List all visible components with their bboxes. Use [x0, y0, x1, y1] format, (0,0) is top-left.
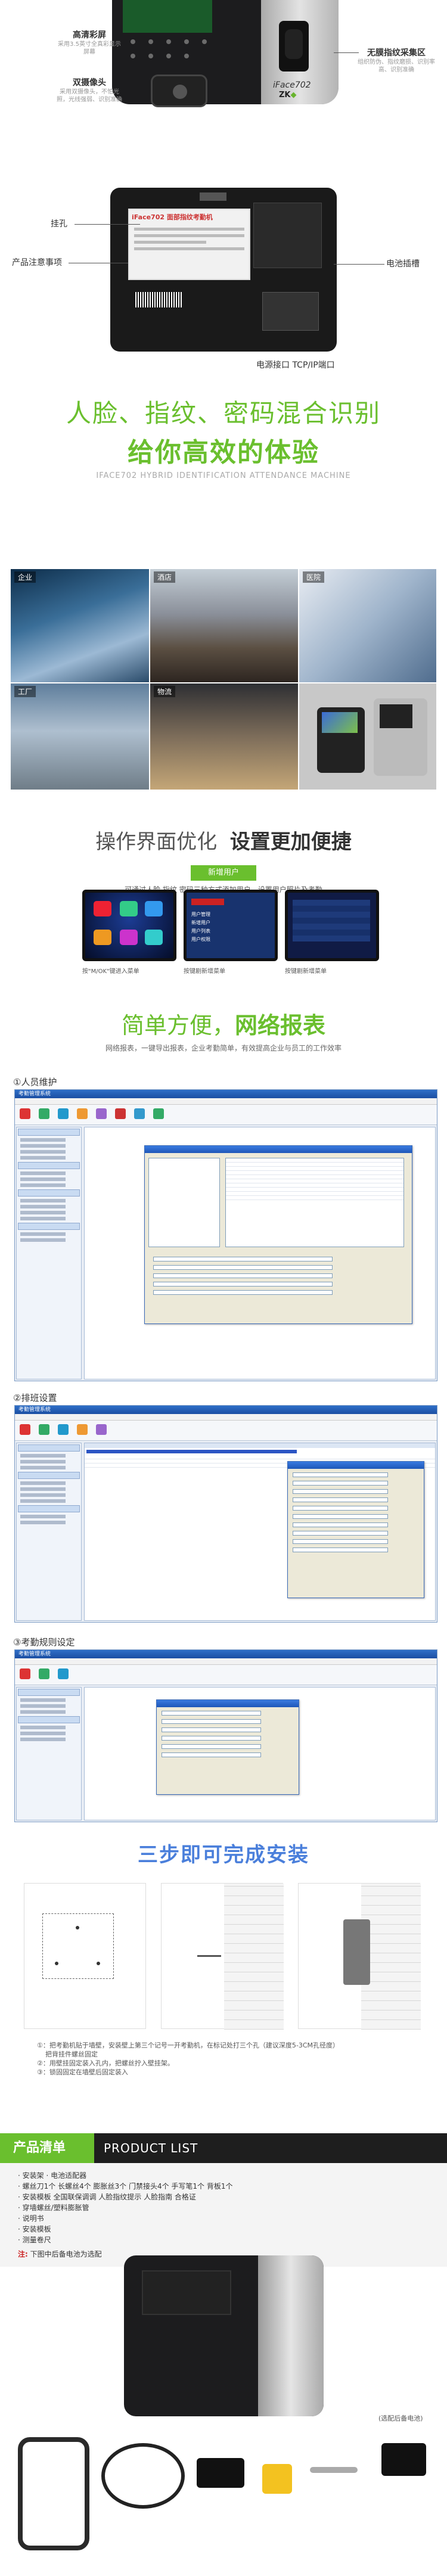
- caption-3: 按键剧新增菜单: [285, 968, 327, 975]
- product-label: iFace702 面部指纹考勤机: [128, 209, 250, 280]
- callout-battery: 电池插槽: [386, 259, 420, 269]
- ui-screenshots: 用户管理 新增用户 用户列表 用户权限 按"M/OK"键进入菜单 按键剧新增菜单…: [82, 890, 392, 976]
- window-title-2: 考勤管理系统: [15, 1406, 437, 1414]
- report-title: 简单方便，网络报表: [121, 1012, 326, 1039]
- battery-slot: [253, 203, 322, 268]
- hero-section: 人脸、指纹、密码混合识别 给你高效的体验 IFACE702 HYBRID IDE…: [0, 393, 447, 530]
- list-item: · 安装模板: [18, 2225, 51, 2233]
- software-window-rules: 考勤管理系统: [14, 1649, 437, 1822]
- dialog-staff: [144, 1145, 412, 1324]
- software-window-schedule: 考勤管理系统: [14, 1405, 437, 1623]
- mount-bracket-image: [18, 2437, 89, 2550]
- list-item: · 测量卷尺: [18, 2236, 51, 2244]
- power-adapter-image: [197, 2458, 244, 2488]
- zk-logo: ZK◆: [279, 91, 297, 100]
- window-title: 考勤管理系统: [15, 1090, 437, 1098]
- report-section: 简单方便，网络报表 网络报表，一键导出报表，企业考勤简单，有效提高企业与员工的工…: [0, 1007, 447, 1067]
- battery-caption: (选配后备电池): [378, 2415, 423, 2422]
- hero-english: IFACE702 HYBRID IDENTIFICATION ATTENDANC…: [96, 471, 351, 480]
- dialog-rules: [156, 1699, 299, 1795]
- caption-2: 按键剧新增菜单: [184, 968, 225, 975]
- software-window-staff: 考勤管理系统: [14, 1089, 437, 1381]
- install-section: 三步即可完成安装 ①：把考勤机贴于墙壁，安装壁上第三个记号一开考勤机，在标记处打…: [0, 1838, 447, 2124]
- scene-device-showcase: [299, 683, 436, 790]
- callout-ports: 电源接口 TCP/IP端口: [256, 361, 335, 370]
- add-user-pill: 新增用户: [191, 865, 256, 881]
- device-callout-section: iFace702 ZK◆ 高清彩屏 采用3.5英寸全真彩显示屏幕 双摄像头 采用…: [0, 0, 447, 375]
- menu-screenshot-3: [285, 890, 379, 961]
- list-item: · 安装模板 全国联保调调 人脸指纹提示 人脸指南 合格证: [18, 2193, 196, 2201]
- main-grid: [84, 1127, 436, 1379]
- ui-optimize-section: 操作界面优化 设置更加便捷 新增用户 可通过人脸 指纹 密码三种方式添加用户，设…: [0, 825, 447, 998]
- caption-1: 按"M/OK"键进入菜单: [82, 968, 139, 975]
- product-list-header: 产品清单 PRODUCT LIST: [0, 2133, 447, 2163]
- callout-hanger: 挂孔: [51, 219, 67, 229]
- scene-factory: 工厂: [11, 683, 149, 790]
- barcode: [134, 292, 182, 307]
- scene-logistics: 物流: [150, 683, 298, 790]
- product-list-title-en: PRODUCT LIST: [104, 2141, 198, 2155]
- callout-screen: 高清彩屏 采用3.5英寸全真彩显示屏幕: [58, 30, 121, 55]
- window-3-label: ③考勤规则设定: [13, 1637, 75, 1648]
- menu-screenshot-2: 用户管理 新增用户 用户列表 用户权限: [184, 890, 278, 961]
- screws-image: [310, 2467, 358, 2473]
- callout-camera: 双摄像头 采用双摄像头，不怕光照，光线强弱、识别准确: [57, 78, 122, 103]
- sidebar: [16, 1127, 82, 1379]
- product-detail-page: iFace702 ZK◆ 高清彩屏 采用3.5英寸全真彩显示屏幕 双摄像头 采用…: [0, 0, 447, 2576]
- device-front-image: iFace702 ZK◆: [112, 0, 339, 107]
- product-list-title-cn: 产品清单: [0, 2133, 94, 2163]
- install-step-2: [161, 1883, 284, 2030]
- callout-product-note: 产品注意事项: [12, 258, 62, 268]
- list-item: · 说明书: [18, 2214, 44, 2223]
- hanger-hole: [200, 192, 226, 201]
- device-brand: iFace702: [273, 80, 311, 90]
- product-list-section: 产品清单 PRODUCT LIST · 安装架 · 电池适配器 · 螺丝刀1个 …: [0, 2133, 447, 2576]
- ui-title: 操作界面优化 设置更加便捷: [95, 830, 352, 854]
- power-port: [262, 292, 319, 331]
- list-item: · 穿墙螺丝/塑料膨胀管: [18, 2204, 89, 2212]
- dialog-schedule: [287, 1461, 424, 1598]
- product-items: · 安装架 · 电池适配器 · 螺丝刀1个 长螺丝4个 膨胀丝3个 门禁接头4个…: [0, 2163, 447, 2267]
- fingerprint-sensor: [279, 21, 309, 72]
- install-steps: ①：把考勤机贴于墙壁，安装壁上第三个记号一开考勤机，在标记处打三个孔（建议深度5…: [37, 2041, 339, 2076]
- report-subtitle: 网络报表，一键导出报表，企业考勤简单，有效提高企业与员工的工作效率: [105, 1044, 342, 1052]
- list-item: · 安装架 · 电池适配器: [18, 2171, 87, 2180]
- hero-line-1: 人脸、指纹、密码混合识别: [66, 399, 381, 428]
- hero-line-2: 给你高效的体验: [128, 437, 319, 468]
- install-title: 三步即可完成安装: [138, 1843, 309, 1867]
- accessories-image: [262, 2464, 292, 2494]
- scene-hospital: 医院: [299, 569, 436, 682]
- window-1-label: ①人员维护: [13, 1077, 57, 1087]
- scene-enterprise: 企业: [11, 569, 149, 682]
- scene-hotel: 酒店: [150, 569, 298, 682]
- menu-screenshot-1: [82, 890, 176, 961]
- window-title-3: 考勤管理系统: [15, 1650, 437, 1658]
- product-device-image: [124, 2255, 324, 2416]
- callout-fingerprint: 无膜指纹采集区 组织防伪、指纹磨损、识别率高、识别准确: [358, 48, 435, 73]
- install-step-3: [298, 1883, 421, 2030]
- scenes-grid: 企业 酒店 医院 工厂 物流: [11, 569, 436, 790]
- window-2-label: ②排班设置: [13, 1393, 57, 1403]
- cable-image: [101, 2443, 185, 2509]
- install-step-1: [24, 1883, 146, 2029]
- dual-camera: [151, 74, 207, 107]
- toolbar: [15, 1105, 437, 1125]
- backup-battery-image: [381, 2443, 426, 2476]
- device-screen: [123, 0, 212, 33]
- list-item: · 螺丝刀1个 长螺丝4个 膨胀丝3个 门禁接头4个 手写笔1个 背板1个: [18, 2182, 233, 2190]
- device-back-image: iFace702 面部指纹考勤机: [110, 188, 337, 352]
